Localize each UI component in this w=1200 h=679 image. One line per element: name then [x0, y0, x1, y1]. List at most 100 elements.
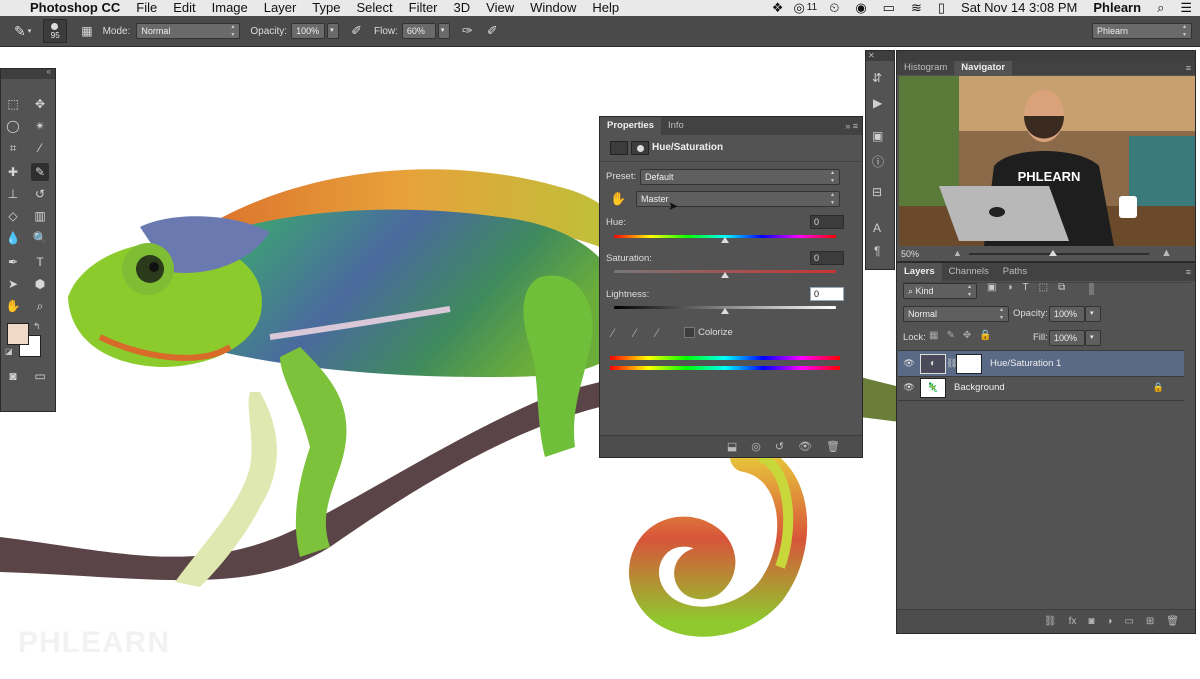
user-menu[interactable]: Phlearn: [1085, 0, 1149, 16]
filter-type-icon[interactable]: T: [1023, 282, 1029, 293]
pen-tool-icon[interactable]: ✒: [4, 253, 22, 271]
filter-toggle[interactable]: [1089, 283, 1094, 295]
panel-menu-icon[interactable]: » ≡: [845, 117, 862, 135]
tab-paths[interactable]: Paths: [996, 263, 1034, 281]
menu-3d[interactable]: 3D: [446, 0, 479, 16]
zoom-in-icon[interactable]: ▲: [1161, 247, 1172, 259]
saturation-slider-thumb[interactable]: [721, 272, 729, 278]
tab-histogram[interactable]: Histogram: [897, 61, 954, 75]
lock-transparent-icon[interactable]: ▦: [929, 330, 938, 341]
menu-filter[interactable]: Filter: [401, 0, 446, 16]
lightness-input[interactable]: 0: [810, 287, 844, 301]
filter-adjustment-icon[interactable]: ◑: [1006, 282, 1012, 293]
pressure-opacity-icon[interactable]: ✐: [351, 23, 362, 39]
menu-help[interactable]: Help: [584, 0, 627, 16]
brush-tool-icon[interactable]: ✎: [14, 23, 26, 40]
foreground-color-swatch[interactable]: [7, 323, 29, 345]
layer-filter-select[interactable]: ⌕ Kind: [903, 283, 977, 299]
airbrush-icon[interactable]: ✑: [462, 23, 473, 39]
layer-opacity-dropdown[interactable]: ▾: [1085, 306, 1101, 322]
new-layer-icon[interactable]: ⊞: [1146, 616, 1154, 627]
character-panel-icon[interactable]: A: [873, 221, 881, 235]
layer-visibility-icon[interactable]: 👁: [898, 358, 920, 369]
fill-dropdown[interactable]: ▾: [1085, 330, 1101, 346]
view-previous-icon[interactable]: ◎: [751, 440, 761, 453]
gradient-tool-icon[interactable]: ▥: [31, 207, 49, 225]
eyedropper-tool-icon[interactable]: ⁄: [31, 139, 49, 157]
paragraph-panel-icon[interactable]: ¶: [874, 244, 880, 258]
battery-icon[interactable]: ▯: [930, 0, 953, 16]
type-tool-icon[interactable]: T: [31, 253, 49, 271]
opacity-field[interactable]: 100%: [291, 23, 326, 39]
flow-dropdown[interactable]: ▾: [437, 23, 450, 39]
brush-preset-picker[interactable]: 95: [43, 19, 68, 43]
layer-name[interactable]: Background: [954, 382, 1005, 393]
brush-panel-icon[interactable]: ▦: [81, 24, 92, 38]
zoom-out-icon[interactable]: ▲: [953, 248, 962, 258]
fill-field[interactable]: 100%: [1049, 330, 1085, 346]
eraser-tool-icon[interactable]: ◇: [4, 207, 22, 225]
zoom-tool-icon[interactable]: ⌕: [31, 297, 49, 315]
tab-info[interactable]: Info: [661, 117, 691, 135]
tab-navigator[interactable]: Navigator: [954, 61, 1013, 75]
zoom-value[interactable]: 50%: [901, 249, 919, 259]
hand-tool-icon[interactable]: ✋: [4, 297, 22, 315]
airplay-icon[interactable]: ▭: [875, 0, 903, 16]
lock-image-icon[interactable]: ✎: [946, 330, 954, 341]
blend-mode-select[interactable]: Normal: [903, 306, 1009, 322]
layer-style-icon[interactable]: fx: [1069, 616, 1077, 627]
styles-panel-icon[interactable]: ⊟: [872, 185, 882, 199]
new-adjustment-icon[interactable]: ◑: [1106, 616, 1112, 627]
status-icon[interactable]: ⏲: [821, 0, 847, 16]
collapse-icon[interactable]: «: [47, 67, 51, 76]
clock[interactable]: Sat Nov 14 3:08 PM: [953, 0, 1085, 16]
mask-icon[interactable]: [631, 141, 649, 155]
crop-tool-icon[interactable]: ⌗: [4, 139, 22, 157]
filter-pixel-icon[interactable]: ▣: [987, 282, 996, 293]
brush-tool-icon[interactable]: ✎: [31, 163, 49, 181]
dock-close-icon[interactable]: ✕: [866, 51, 894, 61]
clone-stamp-icon[interactable]: ⊥: [4, 185, 22, 203]
menu-view[interactable]: View: [478, 0, 522, 16]
new-group-icon[interactable]: ▭: [1124, 616, 1133, 627]
move-tool-icon[interactable]: ✥: [31, 95, 49, 113]
info-panel-icon[interactable]: ⓘ: [872, 153, 884, 170]
hue-slider-thumb[interactable]: [721, 237, 729, 243]
quick-mask-icon[interactable]: ◙: [4, 367, 22, 385]
flow-field[interactable]: 60%: [401, 23, 436, 39]
tab-properties[interactable]: Properties: [600, 117, 661, 135]
history-brush-icon[interactable]: ↺: [31, 185, 49, 203]
channel-select[interactable]: Master: [636, 191, 840, 207]
lock-position-icon[interactable]: ✥: [963, 330, 971, 341]
layers-menu-icon[interactable]: ≡: [1186, 263, 1195, 281]
clip-to-layer-icon[interactable]: ⬓: [727, 440, 737, 453]
tab-layers[interactable]: Layers: [897, 263, 942, 281]
opacity-dropdown[interactable]: ▾: [327, 23, 340, 39]
targeted-adjustment-hand-icon[interactable]: ✋: [610, 191, 626, 207]
zoom-slider-track[interactable]: [969, 253, 1149, 255]
lock-all-icon[interactable]: 🔒: [979, 330, 991, 341]
menu-image[interactable]: Image: [204, 0, 256, 16]
history-panel-icon[interactable]: ⇵: [872, 71, 882, 85]
visibility-icon[interactable]: 👁: [798, 440, 812, 453]
menu-edit[interactable]: Edit: [165, 0, 203, 16]
marquee-tool-icon[interactable]: ⬚: [4, 95, 22, 113]
wifi-icon[interactable]: ≋: [903, 0, 930, 16]
dropbox-icon[interactable]: ❖: [764, 0, 792, 16]
link-layers-icon[interactable]: ⛓: [1044, 616, 1057, 627]
swap-colors-icon[interactable]: ↰: [33, 321, 41, 332]
notification-center-icon[interactable]: ☰: [1172, 0, 1200, 16]
tools-panel-header[interactable]: «: [1, 67, 55, 79]
screen-mode-icon[interactable]: ▭: [31, 367, 49, 385]
zoom-slider-thumb[interactable]: [1049, 250, 1057, 256]
shape-tool-icon[interactable]: ⬢: [31, 275, 49, 293]
lasso-tool-icon[interactable]: ◯: [4, 117, 22, 135]
hue-input[interactable]: 0: [810, 215, 844, 229]
workspace-select[interactable]: Phlearn: [1092, 23, 1192, 39]
layer-name[interactable]: Hue/Saturation 1: [990, 358, 1061, 369]
menu-select[interactable]: Select: [348, 0, 400, 16]
path-selection-icon[interactable]: ➤: [4, 275, 22, 293]
eyedropper-plus-icon[interactable]: ⁄: [634, 326, 636, 340]
layer-opacity-field[interactable]: 100%: [1049, 306, 1085, 322]
menu-window[interactable]: Window: [522, 0, 584, 16]
